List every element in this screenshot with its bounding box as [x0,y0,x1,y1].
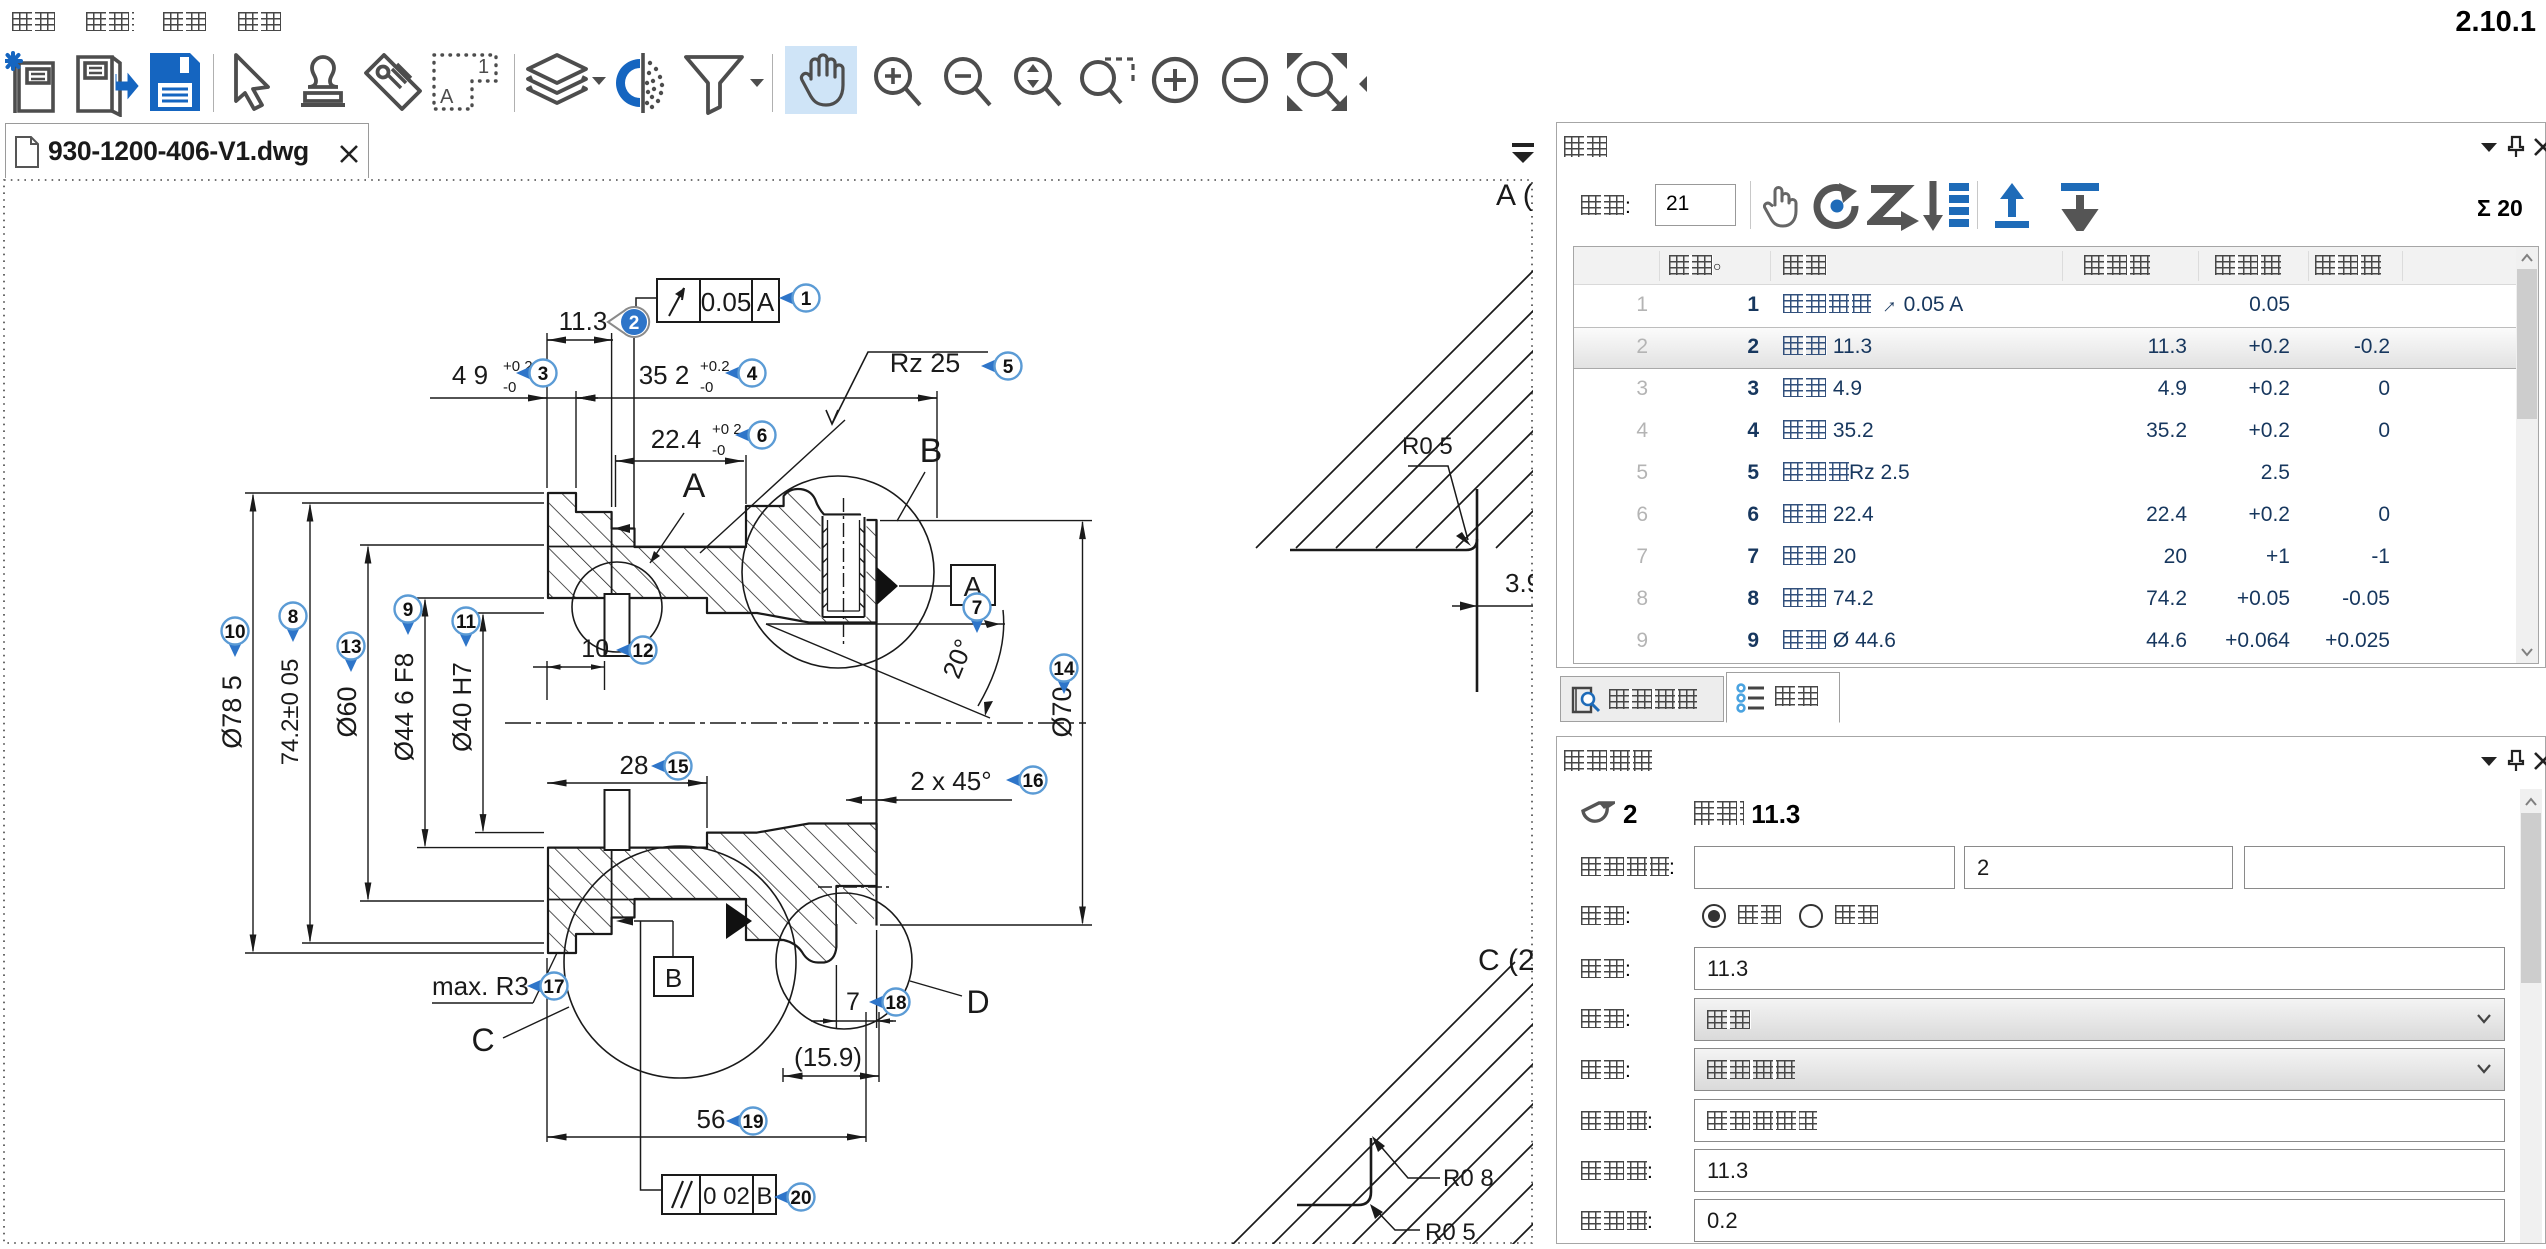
svg-text:10: 10 [224,622,245,643]
svg-text:1: 1 [478,56,489,78]
svg-text:Ø60: Ø60 [332,686,362,737]
svg-text:28: 28 [620,750,649,780]
svg-text:Ø70: Ø70 [1047,686,1077,737]
svg-text:0.05: 0.05 [701,287,752,317]
svg-text:22.4: 22.4 [651,424,702,454]
svg-text:C: C [471,1022,494,1058]
svg-text:1: 1 [801,289,812,310]
svg-text:7: 7 [846,988,860,1016]
svg-text:D: D [966,984,989,1020]
svg-text:(15.9): (15.9) [794,1042,862,1072]
svg-text:18: 18 [885,993,906,1014]
svg-text:7: 7 [972,598,983,619]
svg-text:15: 15 [667,757,689,778]
svg-text:0 02: 0 02 [703,1183,750,1210]
svg-text:-0: -0 [712,442,725,459]
svg-text:5: 5 [1003,357,1014,378]
svg-text:C (2: C (2 [1478,944,1535,977]
svg-text:B: B [920,432,943,470]
svg-text:8: 8 [288,607,299,628]
svg-text:A (: A ( [1496,179,1533,212]
svg-text:Ø44 6 F8: Ø44 6 F8 [389,653,419,761]
svg-text:3.9: 3.9 [1505,568,1537,598]
svg-text:R0 5: R0 5 [1425,1219,1476,1244]
svg-text:max. R3: max. R3 [432,971,529,1001]
svg-text:A: A [440,86,454,108]
svg-text:35 2: 35 2 [639,360,690,390]
svg-text:14: 14 [1053,659,1075,680]
svg-text:-0: -0 [503,379,516,396]
svg-text:11: 11 [456,612,477,633]
svg-text:-0: -0 [700,379,713,396]
svg-text:Rz 25: Rz 25 [890,348,961,378]
svg-text:A: A [683,467,706,505]
svg-text:56: 56 [697,1104,726,1134]
svg-text:74.2±0 05: 74.2±0 05 [277,659,304,766]
svg-text:R0 5: R0 5 [1402,433,1453,460]
svg-text:B: B [665,963,682,993]
svg-text:3: 3 [538,364,549,385]
svg-text:R0 8: R0 8 [1443,1165,1494,1192]
svg-text:4 9: 4 9 [452,360,488,390]
svg-text:20°: 20° [936,635,979,683]
svg-text:2 x 45°: 2 x 45° [910,766,991,796]
svg-text:11.3: 11.3 [559,306,608,336]
svg-text:13: 13 [340,637,361,658]
svg-text:+0.2: +0.2 [700,358,730,375]
svg-text:Ø40 H7: Ø40 H7 [447,662,477,752]
svg-text:B: B [756,1183,772,1210]
svg-text:Ø78 5: Ø78 5 [217,675,247,749]
svg-text:20: 20 [790,1188,811,1209]
svg-text:12: 12 [632,641,653,662]
svg-text:19: 19 [742,1112,763,1133]
svg-text:9: 9 [403,600,414,621]
svg-text:2: 2 [629,313,640,334]
svg-text:6: 6 [757,426,768,447]
svg-text:16: 16 [1022,771,1043,792]
svg-text:4: 4 [747,364,758,385]
svg-text:A: A [757,287,775,317]
svg-text:17: 17 [543,977,564,998]
